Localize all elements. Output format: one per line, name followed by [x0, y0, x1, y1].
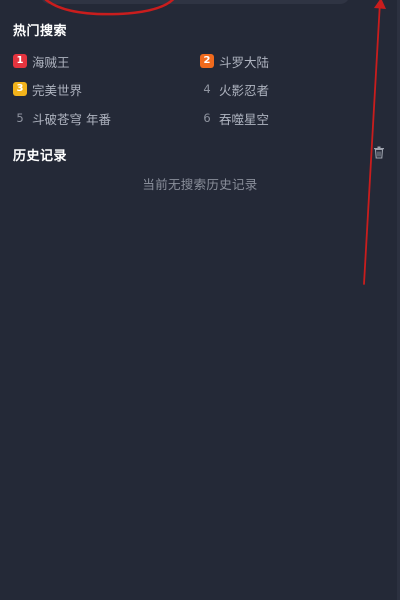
history-title: 历史记录 — [13, 149, 68, 164]
hot-search-title: 热门搜索 — [13, 24, 68, 39]
annotation-arrow-head — [374, 0, 386, 9]
hot-search-item-label: 完美世界 — [32, 82, 83, 98]
hot-search-item-2[interactable]: 2 斗罗大陆 — [200, 53, 270, 70]
hot-search-item-6[interactable]: 6 吞噬星空 — [200, 110, 270, 127]
hot-search-item-5[interactable]: 5 斗破苍穹 年番 — [13, 110, 111, 127]
search-bar[interactable] — [40, 0, 350, 4]
trash-icon[interactable] — [373, 146, 385, 159]
hot-search-item-4[interactable]: 4 火影忍者 — [200, 81, 270, 98]
hot-search-item-label: 海贼王 — [32, 54, 70, 70]
rank-badge: 3 — [13, 82, 27, 96]
search-screen: 热门搜索 1 海贼王 2 斗罗大陆 3 完美世界 4 火影忍者 5 斗破苍穹 年… — [0, 0, 400, 600]
hot-search-item-1[interactable]: 1 海贼王 — [13, 53, 70, 70]
hot-search-item-label: 火影忍者 — [219, 82, 270, 98]
hot-search-item-3[interactable]: 3 完美世界 — [13, 81, 83, 98]
annotation-arrow-line — [363, 1, 381, 285]
hot-search-item-label: 斗罗大陆 — [219, 54, 270, 70]
rank-number: 4 — [203, 82, 211, 96]
hot-search-item-label: 斗破苍穹 年番 — [32, 111, 111, 127]
rank-badge: 1 — [13, 54, 27, 68]
history-empty-message: 当前无搜索历史记录 — [142, 177, 258, 192]
rank-number: 6 — [203, 111, 211, 125]
rank-number: 5 — [16, 111, 24, 125]
rank-badge: 2 — [200, 54, 214, 68]
hot-search-item-label: 吞噬星空 — [219, 111, 270, 127]
